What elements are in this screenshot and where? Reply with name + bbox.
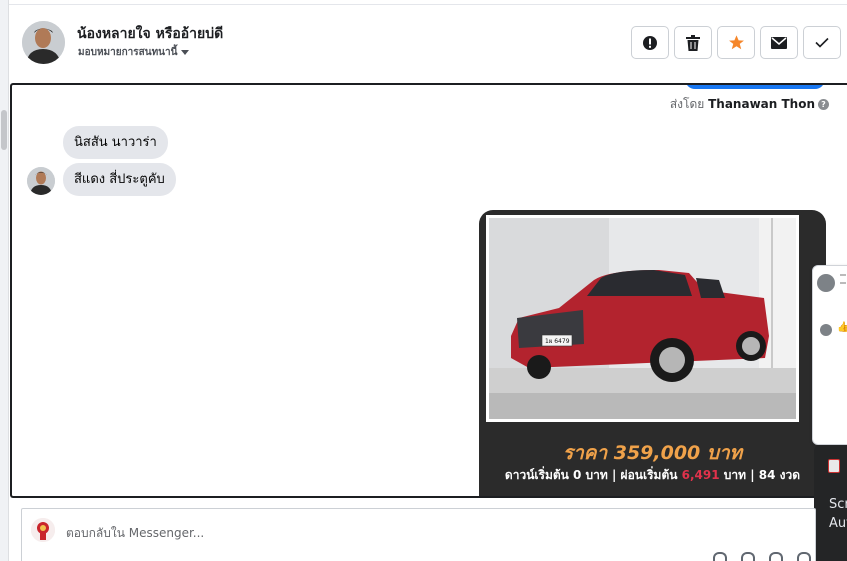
contact-name[interactable]: น้องหลายใจ หรืออ้ายบ่ดี xyxy=(77,23,223,45)
sender-name: Thanawan Thon xyxy=(708,97,815,111)
star-icon xyxy=(728,35,744,50)
exclamation-icon xyxy=(643,35,657,50)
assign-conversation-dropdown[interactable]: มอบหมายการสนทนานี้ xyxy=(78,45,190,60)
page-avatar xyxy=(31,518,55,542)
previous-sent-bubble xyxy=(685,85,825,89)
preview-text-lines xyxy=(840,274,846,284)
message-bubble[interactable]: นิสสัน นาวาร่า xyxy=(63,126,168,159)
caret-down-icon xyxy=(181,49,190,55)
notification-toast[interactable]: Scr Aut xyxy=(814,445,847,561)
toast-line-2: Aut xyxy=(829,516,847,531)
like-icon: 👍 xyxy=(837,322,847,333)
price-text: ราคา 359,000 บาท xyxy=(562,442,743,464)
car-photo[interactable]: 1ผ 6479 xyxy=(486,215,799,422)
left-scrollbar[interactable] xyxy=(0,0,9,561)
conversation-actions xyxy=(631,26,841,59)
composer-tools xyxy=(713,552,811,561)
help-icon[interactable]: ? xyxy=(818,99,829,110)
check-icon xyxy=(815,37,829,48)
attach-icon[interactable] xyxy=(713,552,727,561)
sent-by-label: ส่งโดย Thanawan Thon? xyxy=(670,95,829,114)
sent-by-prefix: ส่งโดย xyxy=(669,97,705,111)
reply-composer: ตอบกลับใน Messenger... xyxy=(21,508,816,561)
reply-input[interactable]: ตอบกลับใน Messenger... xyxy=(66,524,204,543)
message-text: นิสสัน นาวาร่า xyxy=(74,135,157,150)
conversation-header: น้องหลายใจ หรืออ้ายบ่ดี มอบหมายการสนทนาน… xyxy=(10,5,847,83)
financing-terms: ดาวน์เริ่มต้น 0 บาท | ผ่อนเริ่มต้น 6,491… xyxy=(479,466,826,485)
document-icon xyxy=(828,459,840,473)
floating-preview-card[interactable]: 👍 xyxy=(812,265,847,445)
scrollbar-thumb[interactable] xyxy=(1,110,7,150)
saved-replies-icon[interactable] xyxy=(741,552,755,561)
emoji-icon[interactable] xyxy=(769,552,783,561)
delete-button[interactable] xyxy=(674,26,712,59)
envelope-icon xyxy=(771,36,787,49)
terms-suffix: บาท | 84 งวด xyxy=(723,468,801,482)
toast-line-1: Scr xyxy=(829,497,847,512)
message-thread[interactable]: ส่งโดย Thanawan Thon? นิสสัน นาวาร่า สีแ… xyxy=(10,83,847,498)
faded-details-line xyxy=(545,489,745,496)
mark-spam-button[interactable] xyxy=(631,26,669,59)
like-reaction-icon[interactable] xyxy=(797,552,811,561)
mark-done-button[interactable] xyxy=(803,26,841,59)
trash-icon xyxy=(686,34,700,51)
star-button[interactable] xyxy=(717,26,755,59)
assign-label: มอบหมายการสนทนานี้ xyxy=(78,47,178,58)
message-text: สีแดง สี่ประตูคับ xyxy=(74,172,165,187)
contact-avatar-small[interactable] xyxy=(27,167,55,195)
mark-unread-button[interactable] xyxy=(760,26,798,59)
terms-amount: 6,491 xyxy=(681,468,720,482)
message-bubble[interactable]: สีแดง สี่ประตูคับ xyxy=(63,163,176,196)
car-listing-card[interactable]: 1ผ 6479 ราคา 359,000 บาท ดาวน์เริ่มต้น 0… xyxy=(479,210,826,496)
inbox-frame: น้องหลายใจ หรืออ้ายบ่ดี มอบหมายการสนทนาน… xyxy=(0,0,847,561)
preview-avatar-small xyxy=(820,324,832,336)
terms-prefix: ดาวน์เริ่มต้น 0 บาท | ผ่อนเริ่มต้น xyxy=(504,468,678,482)
preview-avatar xyxy=(817,274,835,292)
contact-avatar[interactable] xyxy=(22,21,65,64)
license-plate: 1ผ 6479 xyxy=(545,338,570,345)
